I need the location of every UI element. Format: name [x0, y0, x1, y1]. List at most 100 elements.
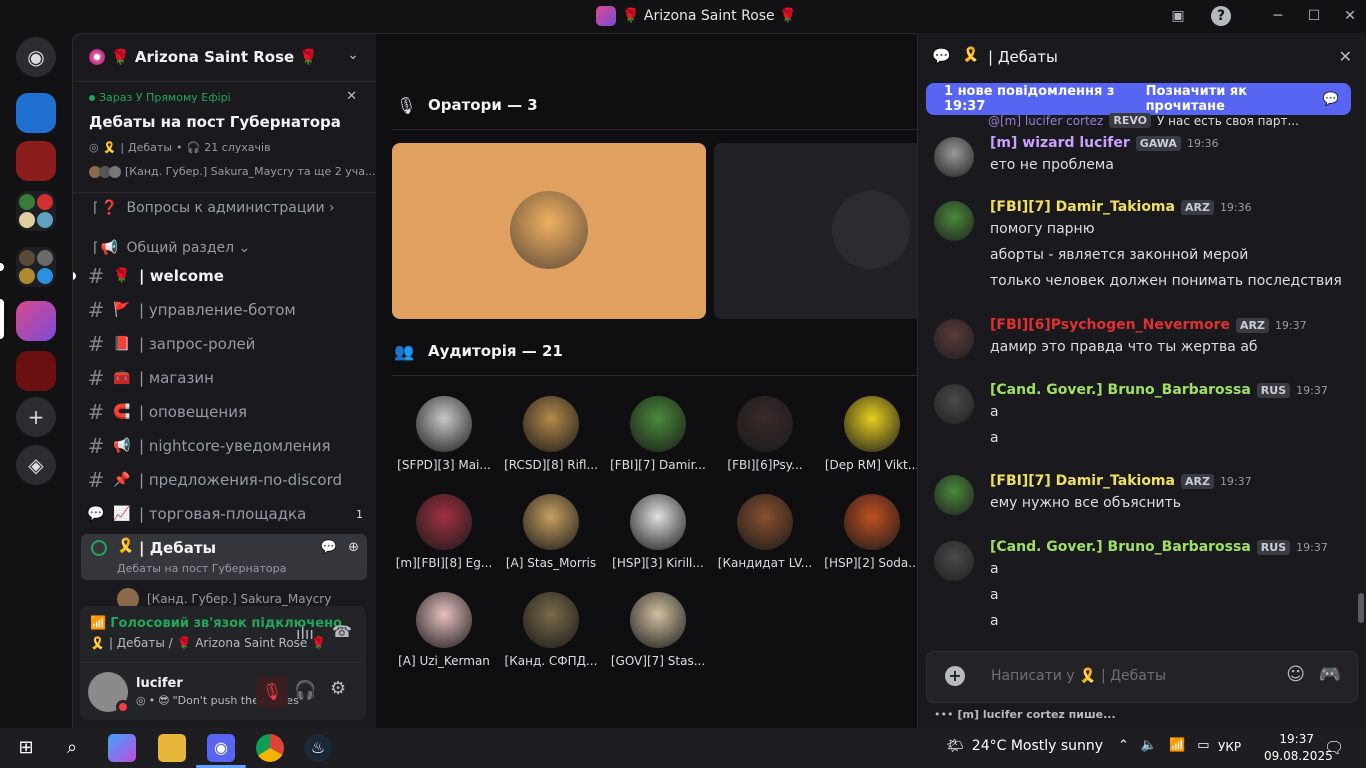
- steam-icon[interactable]: ♨: [304, 734, 332, 762]
- audience-member[interactable]: [GOV][7] Stas...: [608, 592, 708, 668]
- minimize-icon[interactable]: ─: [1268, 6, 1288, 26]
- audience-member[interactable]: [Кандидат LV...: [715, 494, 815, 570]
- server-icon-arizona[interactable]: [16, 301, 56, 341]
- message-author[interactable]: [Cand. Gover.] Bruno_Barbarossa: [990, 382, 1251, 398]
- avatar[interactable]: [934, 201, 974, 241]
- emoji-icon[interactable]: ☺: [1286, 664, 1305, 685]
- language-indicator[interactable]: УКР: [1218, 740, 1241, 754]
- soundboard-icon[interactable]: ılıı: [296, 624, 314, 643]
- avatar[interactable]: [934, 541, 974, 581]
- audience-member[interactable]: [SFPD][3] Mai...: [394, 396, 494, 472]
- voice-location[interactable]: | Дебаты / 🌹 Arizona Saint Rose 🌹: [109, 636, 326, 650]
- message-author[interactable]: [FBI][6]Psychogen_Nevermore: [990, 317, 1230, 333]
- close-icon[interactable]: ✕: [1339, 47, 1352, 66]
- add-server-icon[interactable]: +: [16, 397, 56, 437]
- avatar[interactable]: [934, 137, 974, 177]
- battery-icon[interactable]: ▭: [1197, 738, 1209, 753]
- file-explorer-icon[interactable]: [158, 734, 186, 762]
- close-icon[interactable]: ✕: [346, 89, 357, 104]
- live-stage-card[interactable]: Зараз У Прямому Ефірі ✕ Дебаты на пост Г…: [73, 83, 376, 193]
- message-input-box[interactable]: + Написати у 🎗️ | Дебаты ☺ 🎮: [926, 651, 1358, 703]
- help-icon[interactable]: ?: [1211, 6, 1231, 26]
- message-author[interactable]: [m] wizard lucifer: [990, 135, 1130, 151]
- reply-preview[interactable]: @[m] lucifer cortez REVO У нас есть своя…: [988, 113, 1299, 128]
- chat-bubble-icon[interactable]: 💬: [321, 540, 337, 555]
- audience-member[interactable]: [RCSD][8] Rifl...: [501, 396, 601, 472]
- message-author[interactable]: [FBI][7] Damir_Takioma: [990, 473, 1175, 489]
- speakers-title: Оратори — 3: [428, 96, 538, 114]
- avatar[interactable]: [88, 672, 130, 714]
- guild-tag[interactable]: ARZ: [1180, 199, 1214, 215]
- audience-member[interactable]: [HSP][2] Soda...: [822, 494, 922, 570]
- channel-item[interactable]: # 📕 | запрос-ролей: [81, 328, 369, 360]
- server-header[interactable]: 🌹 Arizona Saint Rose 🌹 ⌄: [73, 34, 376, 82]
- avatar[interactable]: [934, 475, 974, 515]
- user-name[interactable]: lucifer: [136, 676, 183, 691]
- speaker-tile-2[interactable]: [714, 143, 924, 319]
- audience-member[interactable]: [A] Stas_Morris: [501, 494, 601, 570]
- guild-tag[interactable]: ARZ: [1235, 317, 1269, 333]
- channel-item[interactable]: # 🚩 | управление-ботом: [81, 294, 369, 326]
- add-attachment-icon[interactable]: +: [945, 666, 965, 686]
- channel-item[interactable]: # 🌹 | welcome: [73, 260, 369, 292]
- search-icon[interactable]: ⌕: [58, 734, 86, 762]
- maximize-icon[interactable]: ☐: [1304, 6, 1324, 26]
- discord-home-icon[interactable]: ◉: [16, 37, 56, 77]
- network-icon[interactable]: 📶: [1169, 738, 1185, 753]
- clock[interactable]: 19:37 09.08.2025: [1264, 731, 1333, 765]
- audience-member[interactable]: [m][FBI][8] Eg...: [394, 494, 494, 570]
- guild-tag[interactable]: GAWA: [1135, 135, 1181, 151]
- scrollbar[interactable]: [1358, 593, 1364, 623]
- notifications-icon[interactable]: 🗨: [1324, 738, 1344, 757]
- inbox-icon[interactable]: ▣: [1168, 6, 1188, 26]
- server-icon-1[interactable]: [16, 93, 56, 133]
- server-folder-1[interactable]: [16, 191, 56, 231]
- channel-emoji-icon: 📈: [113, 506, 131, 522]
- gear-icon[interactable]: ⚙: [330, 678, 346, 699]
- channel-item[interactable]: # 🧲 | оповещения: [81, 396, 369, 428]
- weather-widget[interactable]: 🌤 24°C Mostly sunny: [946, 738, 1103, 754]
- audience-member[interactable]: [FBI][6]Psy...: [715, 396, 815, 472]
- tray-chevron-icon[interactable]: ⌃: [1118, 738, 1129, 753]
- speaker-tile-1[interactable]: [392, 143, 706, 319]
- headphones-icon[interactable]: 🎧: [294, 680, 316, 701]
- discover-icon[interactable]: ◈: [16, 445, 56, 485]
- channel-category[interactable]: ⌈ ❓ Вопросы к администрации ›: [81, 192, 369, 224]
- guild-tag[interactable]: ARZ: [1180, 473, 1214, 489]
- message-input[interactable]: Написати у 🎗️ | Дебаты: [991, 668, 1166, 684]
- volume-icon[interactable]: 🔈: [1141, 738, 1157, 753]
- audience-name: [HSP][2] Soda...: [824, 556, 920, 570]
- audience-member[interactable]: [Канд. СФПД...: [501, 592, 601, 668]
- close-window-icon[interactable]: ✕: [1340, 6, 1360, 26]
- avatar[interactable]: [934, 384, 974, 424]
- channel-item[interactable]: 💬 📈 | торговая-площадка 1: [81, 498, 369, 530]
- mute-mic-icon[interactable]: 🎙: [256, 676, 288, 708]
- audience-member[interactable]: [HSP][3] Kirill...: [608, 494, 708, 570]
- message-author[interactable]: [FBI][7] Damir_Takioma: [990, 199, 1175, 215]
- channel-item[interactable]: # 🧰 | магазин: [81, 362, 369, 394]
- disconnect-icon[interactable]: ☎: [332, 622, 352, 641]
- server-folder-2[interactable]: [16, 247, 56, 287]
- message-author[interactable]: [Cand. Gover.] Bruno_Barbarossa: [990, 539, 1251, 555]
- chevron-down-icon[interactable]: ⌄: [347, 47, 359, 63]
- server-icon-lucifer-family[interactable]: [16, 351, 56, 391]
- channel-item[interactable]: # 📢 | nightcore-уведомления: [81, 430, 369, 462]
- windows-start-icon[interactable]: ⊞: [12, 734, 40, 762]
- audience-member[interactable]: [Dep RM] Vikt...: [822, 396, 922, 472]
- copilot-icon[interactable]: [108, 734, 136, 762]
- mark-read-button[interactable]: Позначити як прочитане: [1146, 84, 1317, 114]
- audience-member[interactable]: [A] Uzi_Kerman: [394, 592, 494, 668]
- discord-icon[interactable]: ◉: [207, 734, 235, 762]
- server-icon-2[interactable]: [16, 141, 56, 181]
- new-messages-banner[interactable]: 1 нове повідомлення з 19:37 Позначити як…: [926, 83, 1351, 115]
- guild-tag[interactable]: RUS: [1256, 382, 1291, 398]
- system-tray[interactable]: ⌃ 🔈 📶 ▭: [1118, 738, 1210, 753]
- add-user-icon[interactable]: ⊕: [348, 540, 359, 555]
- channel-item[interactable]: # 📌 | предложения-по-discord: [81, 464, 369, 496]
- avatar[interactable]: [934, 319, 974, 359]
- activities-icon[interactable]: 🎮: [1319, 664, 1341, 685]
- chrome-icon[interactable]: [256, 734, 284, 762]
- active-channel-debates[interactable]: 🎗️ | Дебаты Дебаты на пост Губернатора 💬…: [81, 534, 367, 580]
- guild-tag[interactable]: RUS: [1256, 539, 1291, 555]
- audience-member[interactable]: [FBI][7] Damir...: [608, 396, 708, 472]
